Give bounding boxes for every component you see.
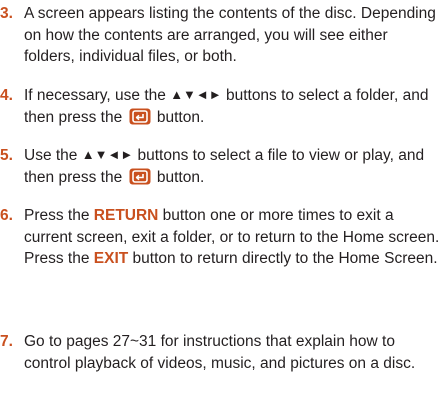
enter-button-icon bbox=[129, 168, 151, 185]
step-text-part: button. bbox=[152, 168, 205, 186]
arrow-buttons-icon: ▲▼◄► bbox=[81, 147, 134, 162]
step-text: If necessary, use the ▲▼◄► buttons to se… bbox=[24, 85, 441, 128]
step-text: Go to pages 27~31 for instructions that … bbox=[24, 333, 416, 372]
step-text: Use the ▲▼◄► buttons to select a file to… bbox=[24, 145, 441, 188]
step-text: A screen appears listing the contents of… bbox=[24, 5, 436, 65]
step-text-part: Use the bbox=[24, 147, 82, 164]
enter-button-icon bbox=[129, 108, 151, 125]
exit-keyword: EXIT bbox=[93, 250, 129, 267]
step-number: 7. bbox=[0, 333, 13, 350]
manual-page: 3. A screen appears listing the contents… bbox=[0, 0, 443, 415]
step-number: 4. bbox=[0, 87, 13, 104]
step-4: 4. If necessary, use the ▲▼◄► buttons to… bbox=[0, 85, 443, 128]
step-3: 3. A screen appears listing the contents… bbox=[0, 3, 443, 68]
step-text-part: Press the bbox=[24, 250, 94, 267]
step-paragraph: Press the EXIT button to return directly… bbox=[24, 248, 441, 270]
step-text-part: button to return directly to the Home Sc… bbox=[128, 250, 438, 267]
step-text-part: Press the bbox=[24, 207, 94, 224]
arrow-buttons-icon: ▲▼◄► bbox=[170, 87, 222, 102]
step-text: Press the RETURN button one or more time… bbox=[24, 205, 441, 270]
step-7: 7. Go to pages 27~31 for instructions th… bbox=[0, 331, 443, 374]
step-number: 6. bbox=[0, 207, 13, 224]
step-5: 5. Use the ▲▼◄► buttons to select a file… bbox=[0, 145, 443, 188]
step-6: 6. Press the RETURN button one or more t… bbox=[0, 205, 443, 270]
step-paragraph: Press the RETURN button one or more time… bbox=[24, 205, 441, 248]
step-number: 5. bbox=[0, 147, 13, 164]
return-keyword: RETURN bbox=[93, 207, 159, 224]
step-text-part: If necessary, use the bbox=[24, 87, 171, 104]
step-text-part: button. bbox=[152, 108, 205, 126]
step-number: 3. bbox=[0, 5, 13, 22]
